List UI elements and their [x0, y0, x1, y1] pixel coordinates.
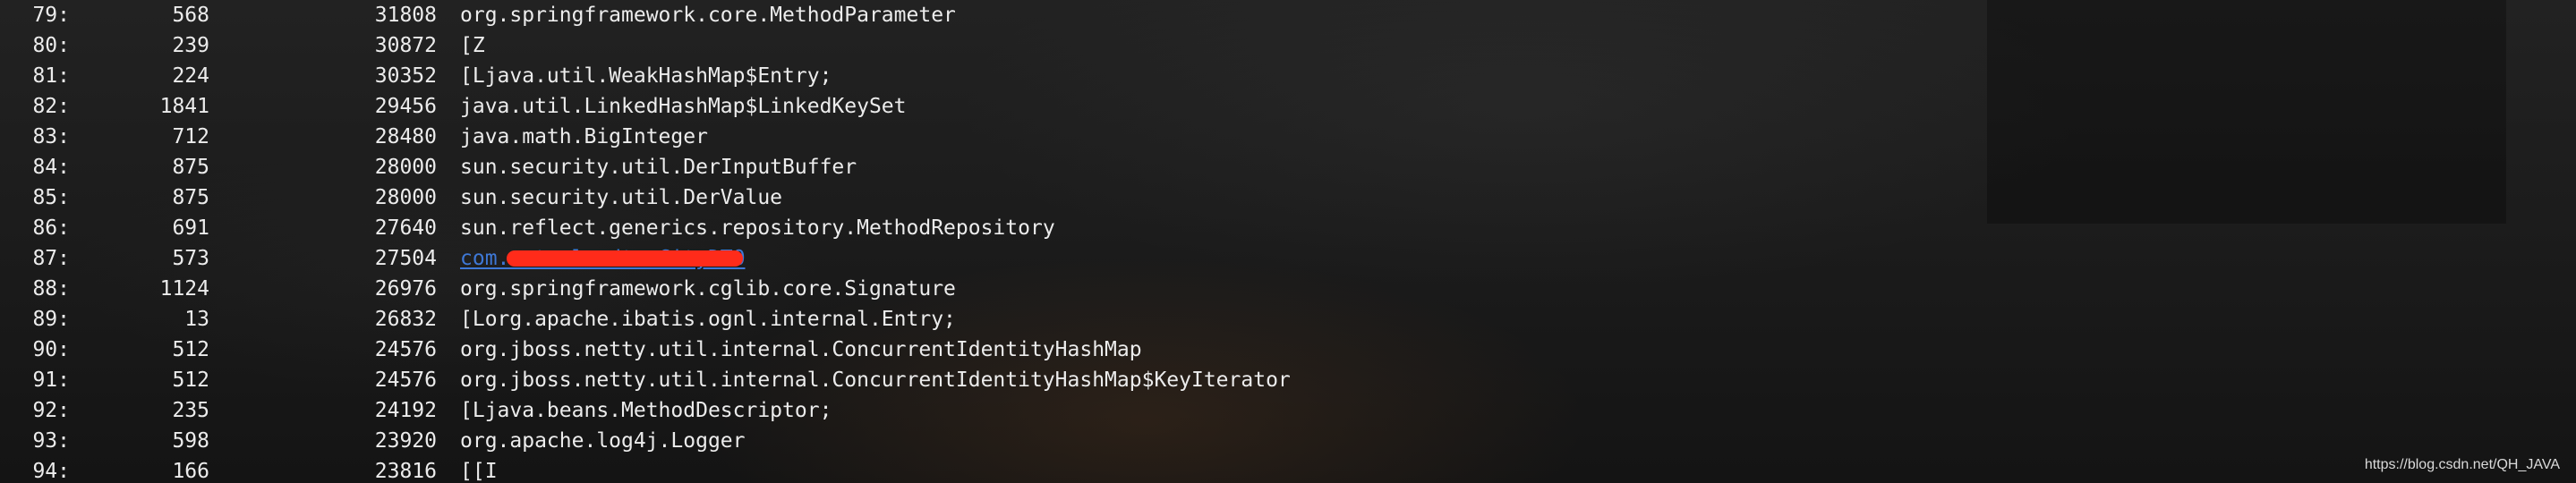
- byte-count: 28480: [374, 125, 437, 148]
- instance-count: 875: [172, 156, 209, 179]
- class-name: sun.security.util.DerValue: [460, 186, 783, 209]
- histogram-output: 79: 568 31808 org.springframework.core.M…: [0, 0, 2576, 483]
- row-number: 92:: [32, 399, 70, 422]
- byte-count: 28000: [374, 156, 437, 179]
- instance-count: 1841: [159, 95, 209, 118]
- row-number: 86:: [32, 216, 70, 240]
- instance-count: 573: [172, 247, 209, 270]
- row-number: 81:: [32, 64, 70, 88]
- class-name: org.jboss.netty.util.internal.Concurrent…: [460, 369, 1291, 392]
- byte-count: 27640: [374, 216, 437, 240]
- instance-count: 875: [172, 186, 209, 209]
- row-number: 94:: [32, 460, 70, 483]
- instance-count: 712: [172, 125, 209, 148]
- byte-count: 23816: [374, 460, 437, 483]
- byte-count: 31808: [374, 4, 437, 27]
- instance-count: 598: [172, 429, 209, 453]
- byte-count: 27504: [374, 247, 437, 270]
- instance-count: 691: [172, 216, 209, 240]
- histogram-row: 94: 166 23816 [[I: [0, 456, 2576, 483]
- histogram-row: 85: 875 28000 sun.security.util.DerValue: [0, 182, 2576, 213]
- histogram-row: 88: 1124 26976 org.springframework.cglib…: [0, 274, 2576, 304]
- byte-count: 29456: [374, 95, 437, 118]
- histogram-row: 87: 573 27504 com. .tools.dto.CityDTO: [0, 243, 2576, 274]
- class-name: [Z: [460, 34, 485, 57]
- class-name: java.util.LinkedHashMap$LinkedKeySet: [460, 95, 907, 118]
- class-name: org.jboss.netty.util.internal.Concurrent…: [460, 338, 1142, 361]
- row-number: 79:: [32, 4, 70, 27]
- byte-count: 24576: [374, 338, 437, 361]
- instance-count: 1124: [159, 277, 209, 301]
- class-name: org.springframework.core.MethodParameter: [460, 4, 956, 27]
- histogram-row: 93: 598 23920 org.apache.log4j.Logger: [0, 426, 2576, 456]
- instance-count: 13: [184, 308, 209, 331]
- histogram-row: 80: 239 30872 [Z: [0, 30, 2576, 61]
- byte-count: 30352: [374, 64, 437, 88]
- byte-count: 28000: [374, 186, 437, 209]
- histogram-row: 89: 13 26832 [Lorg.apache.ibatis.ognl.in…: [0, 304, 2576, 335]
- row-number: 91:: [32, 369, 70, 392]
- watermark-url: https://blog.csdn.net/QH_JAVA: [2364, 457, 2560, 472]
- class-name: [Ljava.beans.MethodDescriptor;: [460, 399, 832, 422]
- instance-count: 235: [172, 399, 209, 422]
- instance-count: 239: [172, 34, 209, 57]
- class-name: [Lorg.apache.ibatis.ognl.internal.Entry;: [460, 308, 956, 331]
- histogram-row: 90: 512 24576 org.jboss.netty.util.inter…: [0, 335, 2576, 365]
- histogram-row: 83: 712 28480 java.math.BigInteger: [0, 122, 2576, 152]
- instance-count: 512: [172, 369, 209, 392]
- histogram-row: 82: 1841 29456 java.util.LinkedHashMap$L…: [0, 91, 2576, 122]
- byte-count: 26832: [374, 308, 437, 331]
- redaction-mark: [507, 250, 743, 267]
- row-number: 93:: [32, 429, 70, 453]
- row-number: 87:: [32, 247, 70, 270]
- row-number: 88:: [32, 277, 70, 301]
- class-name: org.apache.log4j.Logger: [460, 429, 746, 453]
- row-number: 85:: [32, 186, 70, 209]
- byte-count: 26976: [374, 277, 437, 301]
- instance-count: 568: [172, 4, 209, 27]
- class-name: java.math.BigInteger: [460, 125, 708, 148]
- byte-count: 24192: [374, 399, 437, 422]
- histogram-row: 79: 568 31808 org.springframework.core.M…: [0, 0, 2576, 30]
- byte-count: 23920: [374, 429, 437, 453]
- row-number: 90:: [32, 338, 70, 361]
- class-name: [[I: [460, 460, 498, 483]
- byte-count: 24576: [374, 369, 437, 392]
- row-number: 83:: [32, 125, 70, 148]
- histogram-row: 84: 875 28000 sun.security.util.DerInput…: [0, 152, 2576, 182]
- class-name: sun.security.util.DerInputBuffer: [460, 156, 857, 179]
- byte-count: 30872: [374, 34, 437, 57]
- histogram-row: 86: 691 27640 sun.reflect.generics.repos…: [0, 213, 2576, 243]
- class-name: org.springframework.cglib.core.Signature: [460, 277, 956, 301]
- class-name: [Ljava.util.WeakHashMap$Entry;: [460, 64, 832, 88]
- histogram-row: 91: 512 24576 org.jboss.netty.util.inter…: [0, 365, 2576, 395]
- row-number: 82:: [32, 95, 70, 118]
- row-number: 84:: [32, 156, 70, 179]
- row-number: 80:: [32, 34, 70, 57]
- class-name: sun.reflect.generics.repository.MethodRe…: [460, 216, 1055, 240]
- instance-count: 224: [172, 64, 209, 88]
- instance-count: 512: [172, 338, 209, 361]
- terminal-window: 79: 568 31808 org.springframework.core.M…: [0, 0, 2576, 483]
- instance-count: 166: [172, 460, 209, 483]
- histogram-row: 81: 224 30352 [Ljava.util.WeakHashMap$En…: [0, 61, 2576, 91]
- row-number: 89:: [32, 308, 70, 331]
- histogram-row: 92: 235 24192 [Ljava.beans.MethodDescrip…: [0, 395, 2576, 426]
